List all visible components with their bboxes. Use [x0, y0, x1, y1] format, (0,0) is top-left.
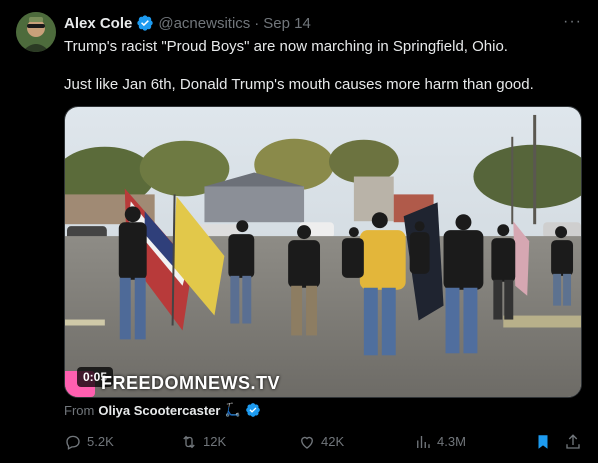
reply-button[interactable]: 5.2K — [64, 432, 114, 452]
source-prefix: From — [64, 402, 95, 418]
share-icon — [566, 434, 580, 449]
heart-icon — [301, 436, 313, 449]
tweet-actions: 5.2K 12K 42K 4.3M — [64, 432, 584, 452]
retweet-count: 12K — [203, 434, 227, 449]
reply-count: 5.2K — [87, 434, 114, 449]
share-button[interactable] — [564, 432, 587, 452]
author-avatar[interactable] — [16, 12, 56, 52]
views-chart-icon — [417, 436, 430, 448]
source-verified-badge-icon — [245, 402, 261, 418]
tweet-date[interactable]: Sep 14 — [263, 15, 311, 32]
bookmark-icon — [538, 435, 548, 449]
views-count: 4.3M — [437, 434, 466, 449]
more-options-icon[interactable]: ··· — [563, 13, 582, 31]
author-name[interactable]: Alex Cole — [64, 15, 132, 32]
tweet-text-line-2: Just like Jan 6th, Donald Trump's mouth … — [64, 76, 534, 93]
separator-dot: · — [254, 14, 260, 32]
video-watermark: FREEDOMNEWS.TV — [101, 373, 281, 393]
like-button[interactable]: 42K — [298, 432, 344, 452]
views-button[interactable]: 4.3M — [414, 432, 466, 452]
reply-icon — [66, 435, 80, 450]
retweet-icon — [183, 435, 195, 449]
video-player[interactable]: 0:05 FREEDOMNEWS.TV — [64, 106, 582, 398]
video-frame — [65, 107, 581, 397]
video-source-attribution: From Oliya Scootercaster 🛴 — [64, 402, 261, 418]
bookmark-button[interactable] — [534, 432, 557, 452]
source-name-link[interactable]: Oliya Scootercaster — [98, 403, 220, 418]
scooter-emoji: 🛴 — [224, 402, 241, 417]
tweet-header: Alex Cole @acnewsitics · Sep 14 ··· — [64, 13, 582, 33]
tweet-text-line-1: Trump's racist "Proud Boys" are now marc… — [64, 38, 508, 55]
verified-badge-icon — [136, 14, 154, 32]
retweet-button[interactable]: 12K — [180, 432, 226, 452]
author-handle[interactable]: @acnewsitics — [158, 15, 250, 32]
tweet-text: Trump's racist "Proud Boys" are now marc… — [64, 37, 584, 94]
like-count: 42K — [321, 434, 345, 449]
